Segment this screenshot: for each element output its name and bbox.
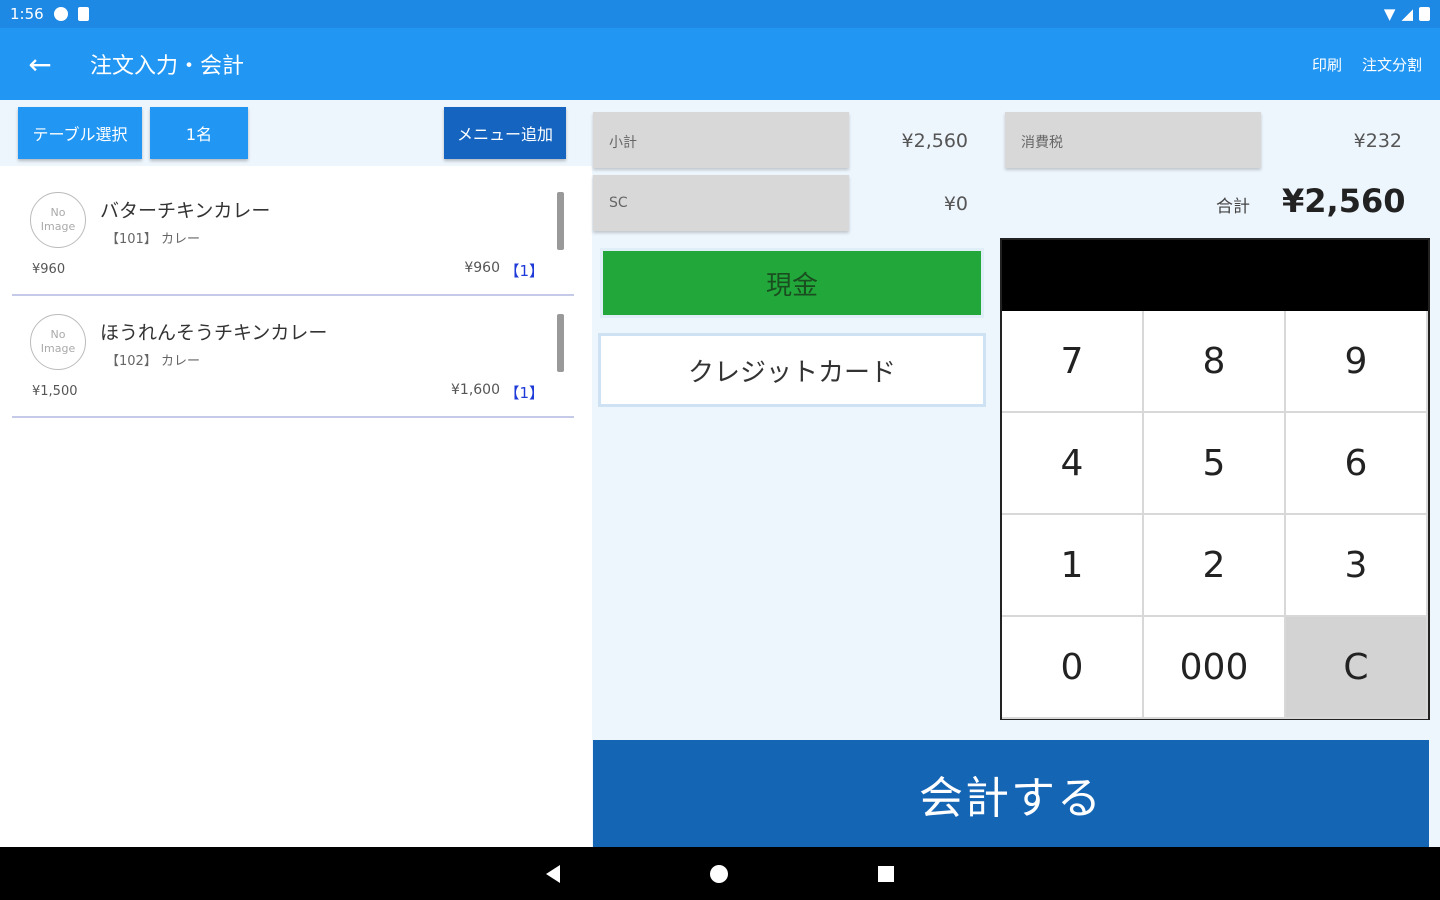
numeric-keypad: 7 8 9 4 5 6 1 2 3 0 000 C — [1000, 238, 1430, 720]
tax-label: 消費税 — [1005, 112, 1261, 168]
key-5[interactable]: 5 — [1144, 413, 1286, 515]
key-8[interactable]: 8 — [1144, 311, 1286, 413]
key-0[interactable]: 0 — [1002, 617, 1144, 719]
cash-button[interactable]: 現金 — [600, 248, 984, 318]
battery-icon — [1419, 7, 1430, 21]
page-title: 注文入力・会計 — [90, 54, 245, 79]
item-quantity[interactable]: 【1】 — [504, 382, 544, 403]
total-label: 合計 — [1216, 197, 1250, 217]
table-select-button[interactable]: テーブル選択 — [18, 107, 142, 159]
item-quantity[interactable]: 【1】 — [504, 260, 544, 281]
notification-icon — [53, 7, 68, 21]
back-arrow-icon[interactable]: ← — [0, 28, 80, 100]
payment-panel: 小計 ¥2,560 消費税 ¥232 SC ¥0 合計 ¥2,560 現金 クレ… — [592, 100, 1440, 847]
item-total-price: ¥1,600 — [451, 382, 500, 398]
sim-card-icon — [77, 7, 89, 21]
credit-card-button[interactable]: クレジットカード — [598, 333, 986, 407]
sc-value: ¥0 — [943, 193, 968, 215]
app-bar: ← 注文入力・会計 印刷 注文分割 — [0, 28, 1440, 100]
list-item[interactable]: No Image ほうれんそうチキンカレー 【102】 カレー ¥1,500 ¥… — [12, 296, 574, 418]
key-1[interactable]: 1 — [1002, 515, 1144, 617]
no-image-icon: No Image — [30, 192, 86, 248]
wifi-icon: ▼ — [1383, 5, 1396, 23]
split-order-button[interactable]: 注文分割 — [1362, 54, 1422, 75]
subtotal-value: ¥2,560 — [901, 130, 968, 152]
key-4[interactable]: 4 — [1002, 413, 1144, 515]
add-menu-button[interactable]: メニュー追加 — [444, 107, 566, 159]
no-image-icon: No Image — [30, 314, 86, 370]
item-code-category: 【102】 カレー — [106, 354, 200, 369]
total-value: ¥2,560 — [1282, 182, 1406, 220]
print-button[interactable]: 印刷 — [1312, 54, 1342, 75]
item-name: ほうれんそうチキンカレー — [100, 322, 328, 344]
subtotal-label: 小計 — [593, 112, 849, 168]
guest-count-button[interactable]: 1名 — [150, 107, 248, 159]
order-toolbar: テーブル選択 1名 メニュー追加 — [0, 100, 592, 166]
key-2[interactable]: 2 — [1144, 515, 1286, 617]
status-bar: 1:56 ▼ ◢ — [0, 0, 1440, 28]
clock: 1:56 — [10, 5, 44, 23]
checkout-button[interactable]: 会計する — [593, 740, 1429, 847]
system-nav-bar — [0, 847, 1440, 900]
tax-value: ¥232 — [1353, 130, 1402, 152]
nav-back-icon[interactable] — [546, 864, 560, 883]
nav-home-icon[interactable] — [710, 864, 728, 883]
key-3[interactable]: 3 — [1286, 515, 1428, 617]
key-6[interactable]: 6 — [1286, 413, 1428, 515]
key-000[interactable]: 000 — [1144, 617, 1286, 719]
sc-label: SC — [593, 175, 849, 231]
signal-icon: ◢ — [1401, 5, 1413, 23]
nav-recents-icon[interactable] — [878, 865, 894, 882]
item-name: バターチキンカレー — [100, 200, 271, 222]
item-total-price: ¥960 — [464, 260, 500, 276]
order-list-panel: テーブル選択 1名 メニュー追加 No Image バターチキンカレー 【101… — [0, 100, 592, 847]
item-drag-handle[interactable] — [557, 192, 564, 250]
key-9[interactable]: 9 — [1286, 311, 1428, 413]
item-code-category: 【101】 カレー — [106, 232, 200, 247]
clear-key[interactable]: C — [1286, 617, 1428, 719]
list-item[interactable]: No Image バターチキンカレー 【101】 カレー ¥960 ¥960 【… — [12, 174, 574, 296]
key-7[interactable]: 7 — [1002, 311, 1144, 413]
item-drag-handle[interactable] — [557, 314, 564, 372]
item-unit-price: ¥1,500 — [32, 384, 78, 399]
keypad-display — [1002, 240, 1428, 311]
item-unit-price: ¥960 — [32, 262, 66, 277]
